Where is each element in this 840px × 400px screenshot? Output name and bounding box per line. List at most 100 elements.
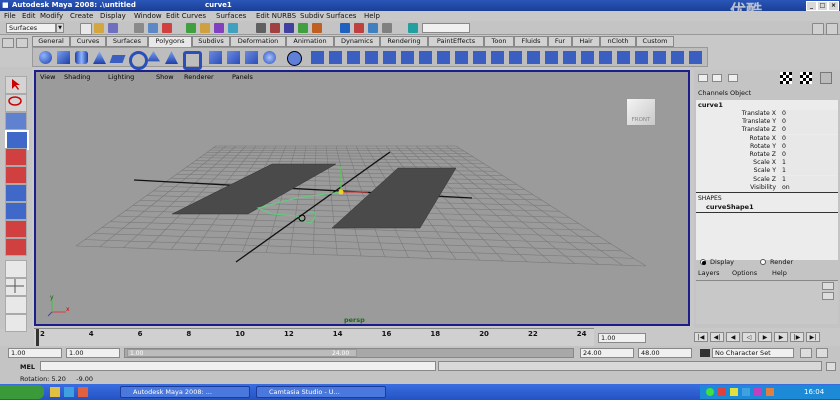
tab-hair[interactable]: Hair: [572, 36, 600, 47]
quick-launch-icon-3[interactable]: [78, 387, 88, 397]
lasso-tool-icon[interactable]: [5, 94, 27, 112]
paint-icon[interactable]: [635, 51, 648, 64]
menu-modify[interactable]: Modify: [40, 12, 63, 20]
show-manipulator-icon[interactable]: [5, 220, 27, 238]
close-icon[interactable]: ×: [828, 1, 839, 11]
separate-icon[interactable]: [227, 51, 240, 64]
quick-input-field[interactable]: [422, 23, 470, 33]
tab-ncloth[interactable]: nCloth: [600, 36, 636, 47]
poly-cylinder-icon[interactable]: [75, 51, 88, 64]
play-forward-icon[interactable]: ▶: [758, 332, 772, 342]
render-settings-icon[interactable]: [382, 23, 392, 33]
attr-label[interactable]: Scale Z: [696, 176, 776, 183]
uv-automatic-icon[interactable]: [599, 51, 612, 64]
channel-box-toggle-icon[interactable]: [826, 23, 838, 35]
layers-menu[interactable]: Layers: [698, 269, 720, 277]
taskbar-camtasia-button[interactable]: Camtasia Studio - U...: [256, 386, 386, 398]
checker-icon[interactable]: [780, 72, 792, 84]
channels-menu[interactable]: Channels: [698, 89, 728, 97]
playback-start-field[interactable]: 1.00: [66, 348, 120, 358]
help-menu[interactable]: Help: [772, 269, 787, 277]
hide-panel-icon[interactable]: [728, 74, 738, 82]
attr-label[interactable]: Translate X: [696, 110, 776, 117]
attr-label[interactable]: Translate Z: [696, 126, 776, 133]
poly-plane-icon[interactable]: [109, 55, 126, 63]
fill-hole-icon[interactable]: [455, 51, 468, 64]
menu-surfaces[interactable]: Surfaces: [216, 12, 246, 20]
animation-prefs-icon[interactable]: [816, 348, 828, 358]
tab-toon[interactable]: Toon: [484, 36, 514, 47]
attr-value-field[interactable]: 1: [780, 175, 838, 184]
attr-value-field[interactable]: 0: [780, 118, 838, 127]
quick-launch-icon-2[interactable]: [64, 387, 74, 397]
uv-planar-icon[interactable]: [545, 51, 558, 64]
attr-value-field[interactable]: 0: [780, 151, 838, 159]
tab-surfaces[interactable]: Surfaces: [106, 36, 148, 47]
character-set-icon[interactable]: [700, 349, 710, 357]
mask-icon[interactable]: [186, 23, 196, 33]
attr-value-field[interactable]: 0: [780, 142, 838, 151]
menu-file[interactable]: File: [4, 12, 16, 20]
new-scene-icon[interactable]: [80, 23, 92, 35]
split-poly-icon[interactable]: [401, 51, 414, 64]
extract-icon[interactable]: [245, 51, 258, 64]
poly-torus-icon[interactable]: [129, 51, 148, 70]
four-view-layout-icon[interactable]: [5, 278, 27, 296]
minimize-icon[interactable]: _: [806, 1, 817, 11]
scale-tool-icon[interactable]: [5, 166, 27, 184]
go-to-start-icon[interactable]: |◀: [694, 332, 708, 342]
sculpt-icon[interactable]: [287, 51, 302, 66]
vp-menu-shading[interactable]: Shading: [64, 73, 90, 81]
auto-key-icon[interactable]: [800, 348, 812, 358]
step-forward-key-icon[interactable]: |▶: [790, 332, 804, 342]
attr-label[interactable]: Rotate X: [696, 135, 776, 142]
menu-edit-nurbs[interactable]: Edit NURBS: [256, 12, 296, 20]
tab-fur[interactable]: Fur: [548, 36, 572, 47]
shelf-settings-icon[interactable]: [16, 38, 28, 48]
extrude-icon[interactable]: [311, 51, 324, 64]
pivot-point[interactable]: [338, 189, 344, 195]
tab-rendering[interactable]: Rendering: [380, 36, 428, 47]
select-hierarchy-icon[interactable]: [134, 23, 144, 33]
tray-icon-1[interactable]: [706, 388, 714, 396]
shape-name[interactable]: curveShape1: [706, 203, 754, 211]
single-perspective-layout-icon[interactable]: [5, 260, 27, 278]
snap-grid-icon[interactable]: [256, 23, 266, 33]
poly-pyramid-icon[interactable]: [165, 51, 178, 64]
merge-icon[interactable]: [365, 51, 378, 64]
tab-subdivs[interactable]: Subdivs: [192, 36, 230, 47]
poly-sphere-icon[interactable]: [39, 51, 52, 64]
manipulator-tool-icon[interactable]: [5, 184, 27, 202]
select-tool-icon[interactable]: [5, 76, 27, 94]
poly-cone-icon[interactable]: [93, 51, 106, 64]
paint-select-tool-icon[interactable]: [5, 112, 27, 130]
triangulate-icon[interactable]: [509, 51, 522, 64]
range-slider-handle[interactable]: 1.00 24.00: [127, 349, 357, 357]
open-scene-icon[interactable]: [94, 23, 104, 33]
poke-icon[interactable]: [671, 51, 684, 64]
mel-label[interactable]: MEL: [20, 363, 35, 371]
attr-label[interactable]: Scale Y: [696, 167, 776, 174]
uv-cylindrical-icon[interactable]: [563, 51, 576, 64]
attr-label[interactable]: Translate Y: [696, 118, 776, 125]
insert-edge-loop-icon[interactable]: [419, 51, 432, 64]
menu-create[interactable]: Create: [70, 12, 93, 20]
attr-label[interactable]: Scale X: [696, 159, 776, 166]
persp-outliner-layout-icon[interactable]: [5, 296, 27, 314]
attr-value-field[interactable]: on: [780, 183, 838, 192]
range-slider[interactable]: 1.00 24.00: [124, 348, 574, 358]
uv-spherical-icon[interactable]: [581, 51, 594, 64]
menu-edit-curves[interactable]: Edit Curves: [166, 12, 206, 20]
mirror-icon[interactable]: [473, 51, 486, 64]
quadrangulate-icon[interactable]: [527, 51, 540, 64]
tab-polygons[interactable]: Polygons: [148, 36, 192, 47]
tray-icon-6[interactable]: [766, 388, 774, 396]
tab-general[interactable]: General: [32, 36, 70, 47]
tray-icon-2[interactable]: [718, 388, 726, 396]
reduce-icon[interactable]: [491, 51, 504, 64]
attr-value-field[interactable]: 0: [780, 126, 838, 135]
curves-mask-icon[interactable]: [214, 23, 224, 33]
layer-list[interactable]: [696, 280, 838, 324]
wedge-icon[interactable]: [653, 51, 666, 64]
step-back-frame-icon[interactable]: ◀: [726, 332, 740, 342]
